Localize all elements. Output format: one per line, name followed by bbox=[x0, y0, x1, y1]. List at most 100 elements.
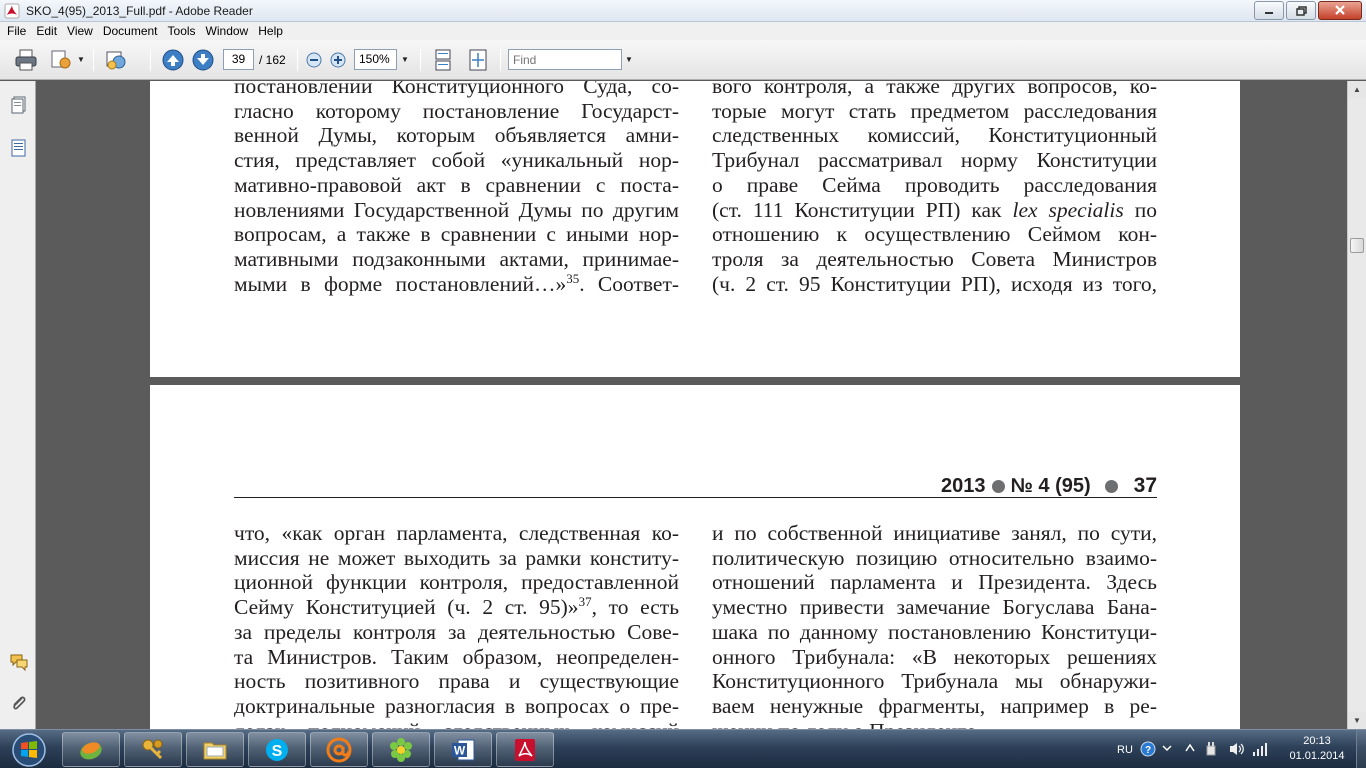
svg-text:?: ? bbox=[1145, 745, 1151, 756]
help-icon[interactable]: ? bbox=[1140, 741, 1156, 757]
fit-page-button[interactable] bbox=[465, 49, 491, 71]
collaborate-button[interactable] bbox=[102, 49, 130, 71]
text-line: за пределы контроля за деятельностью Сов… bbox=[234, 619, 679, 644]
menu-window[interactable]: Window bbox=[201, 22, 254, 40]
printer-icon bbox=[15, 49, 37, 71]
page-number-input[interactable]: 39 bbox=[223, 49, 254, 70]
menu-file[interactable]: File bbox=[2, 22, 31, 40]
text-line: следственных комиссий, Конституционный bbox=[712, 123, 1157, 148]
pages-panel-icon[interactable] bbox=[9, 95, 29, 115]
windows-logo-icon bbox=[12, 732, 46, 767]
zoom-in-button[interactable] bbox=[328, 49, 348, 71]
clock-time: 20:13 bbox=[1303, 735, 1331, 747]
share-button[interactable] bbox=[48, 49, 74, 71]
chevron-down-icon[interactable] bbox=[1162, 743, 1172, 753]
svg-text:S: S bbox=[272, 743, 283, 760]
text-line-with-footnote: мыми в форме постановлений…»35. Соответ- bbox=[234, 270, 680, 296]
running-header: 2013 № 4 (95) 37 bbox=[234, 471, 1157, 498]
input-language-indicator[interactable]: RU bbox=[1117, 744, 1133, 756]
footnote-ref: 37 bbox=[578, 594, 592, 610]
text-line: и по собственной инициативе занял, по су… bbox=[712, 521, 1157, 545]
adobe-reader-app-icon bbox=[4, 3, 20, 19]
menu-view[interactable]: View bbox=[62, 22, 98, 40]
taskbar-app-icq[interactable] bbox=[372, 732, 430, 767]
toolbar: ▼ 39 / 162 150% ▼ Find ▼ bbox=[0, 40, 1366, 80]
title-bar: SKO_4(95)_2013_Full.pdf - Adobe Reader bbox=[0, 0, 1366, 22]
scroll-thumb[interactable] bbox=[1350, 238, 1364, 253]
menu-tools[interactable]: Tools bbox=[163, 22, 201, 40]
text-line: та Министров. Таким образом, неопределен… bbox=[234, 644, 679, 669]
arrow-up-icon bbox=[162, 49, 184, 71]
document-share-icon bbox=[51, 50, 71, 69]
folder-icon bbox=[203, 742, 227, 759]
text-line: венной Думы, которым объявляется амни- bbox=[234, 123, 679, 148]
network-signal-icon[interactable] bbox=[1252, 741, 1270, 757]
show-hidden-icons-icon[interactable] bbox=[1184, 741, 1196, 755]
taskbar-app-microsoft-word[interactable]: W bbox=[434, 732, 492, 767]
zoom-out-button[interactable] bbox=[304, 49, 324, 71]
text-line-with-footnote: Сейму Конституцией (ч. 2 ст. 95)»37, то … bbox=[234, 594, 680, 620]
attachments-panel-icon[interactable] bbox=[9, 138, 29, 158]
svg-text:W: W bbox=[454, 743, 466, 757]
menu-help[interactable]: Help bbox=[253, 22, 288, 40]
system-clock[interactable]: 20:13 01.01.2014 bbox=[1284, 734, 1350, 764]
text-line: о праве Сейма проводить расследования bbox=[712, 172, 1157, 197]
text-line: Трибунал рассматривал норму Конституции bbox=[712, 148, 1157, 173]
taskbar-app-file-manager[interactable] bbox=[186, 732, 244, 767]
minimize-icon bbox=[1265, 11, 1273, 14]
vertical-scrollbar[interactable]: ▲ ▼ bbox=[1347, 81, 1366, 729]
volume-icon[interactable] bbox=[1228, 741, 1246, 757]
header-year: 2013 bbox=[941, 474, 986, 497]
taskbar-app-mail[interactable] bbox=[310, 732, 368, 767]
menu-document[interactable]: Document bbox=[98, 22, 163, 40]
restore-button[interactable] bbox=[1286, 1, 1316, 20]
pdf-page-previous: постановлении Конституционного Суда, со-… bbox=[150, 81, 1240, 377]
text-line-with-italic: (ст. 111 Конституции РП) как lex special… bbox=[712, 197, 1157, 222]
text-line: отношений парламента и Президента. Здесь bbox=[712, 570, 1157, 595]
text-line: доктринальные разногласия в вопросах о п… bbox=[234, 693, 679, 718]
adobe-reader-window: SKO_4(95)_2013_Full.pdf - Adobe Reader F… bbox=[0, 0, 1366, 768]
show-desktop-button[interactable] bbox=[1356, 730, 1366, 768]
keys-icon bbox=[142, 739, 163, 759]
text-line: делах полномочий следственных комиссий bbox=[234, 719, 679, 729]
restore-icon bbox=[1295, 5, 1307, 16]
scrolling-mode-button[interactable] bbox=[430, 49, 456, 71]
text-line: постановлении Конституционного Суда, со- bbox=[234, 81, 679, 98]
minimize-button[interactable] bbox=[1254, 1, 1284, 20]
word-icon: W bbox=[452, 739, 475, 760]
text-line: вого контроля, а также других вопросов, … bbox=[712, 81, 1157, 98]
paperclip-icon[interactable] bbox=[9, 693, 29, 713]
fit-page-icon bbox=[469, 49, 487, 71]
start-button[interactable] bbox=[3, 732, 55, 767]
text-line: шака по данному постановлению Конституци… bbox=[712, 619, 1157, 644]
find-dropdown[interactable]: ▼ bbox=[622, 49, 636, 70]
text-line: отношению к осуществлению Сеймом кон- bbox=[712, 222, 1157, 247]
text-line: шении по делу о Президенте bbox=[712, 719, 1157, 729]
zoom-in-icon bbox=[330, 52, 346, 68]
arrow-down-icon bbox=[192, 49, 214, 71]
taskbar-app-uninstall-tool[interactable] bbox=[62, 732, 120, 767]
clock-date: 01.01.2014 bbox=[1289, 750, 1345, 762]
comments-panel-icon[interactable] bbox=[9, 652, 29, 672]
text-line: Конституционного Трибунала мы обнаружи- bbox=[712, 669, 1157, 694]
zoom-level-field[interactable]: 150% bbox=[354, 49, 397, 70]
print-button[interactable] bbox=[12, 49, 40, 71]
scroll-down-button[interactable]: ▼ bbox=[1348, 712, 1366, 729]
windows-taskbar: S W RU ? 20:13 01.01.2014 bbox=[0, 729, 1366, 768]
find-input[interactable] bbox=[508, 49, 622, 70]
zoom-level-dropdown[interactable]: ▼ bbox=[398, 49, 412, 70]
page-text-column-right: вого контроля, а также других вопросов, … bbox=[712, 81, 1157, 296]
previous-page-button[interactable] bbox=[160, 49, 186, 71]
power-plug-icon[interactable] bbox=[1203, 741, 1219, 757]
next-page-button[interactable] bbox=[190, 49, 216, 71]
menu-edit[interactable]: Edit bbox=[31, 22, 62, 40]
document-view[interactable]: постановлении Конституционного Суда, со-… bbox=[37, 81, 1347, 729]
share-dropdown[interactable]: ▼ bbox=[74, 49, 88, 70]
page-text-column-left: что, «как орган парламента, следственная… bbox=[234, 521, 679, 729]
taskbar-app-system-tools[interactable] bbox=[124, 732, 182, 767]
taskbar-app-skype[interactable]: S bbox=[248, 732, 306, 767]
text-line: стия, представляет собой «уникальный нор… bbox=[234, 148, 679, 173]
close-button[interactable] bbox=[1318, 1, 1362, 20]
scroll-up-button[interactable]: ▲ bbox=[1348, 81, 1366, 98]
taskbar-app-adobe-reader[interactable] bbox=[496, 732, 554, 767]
